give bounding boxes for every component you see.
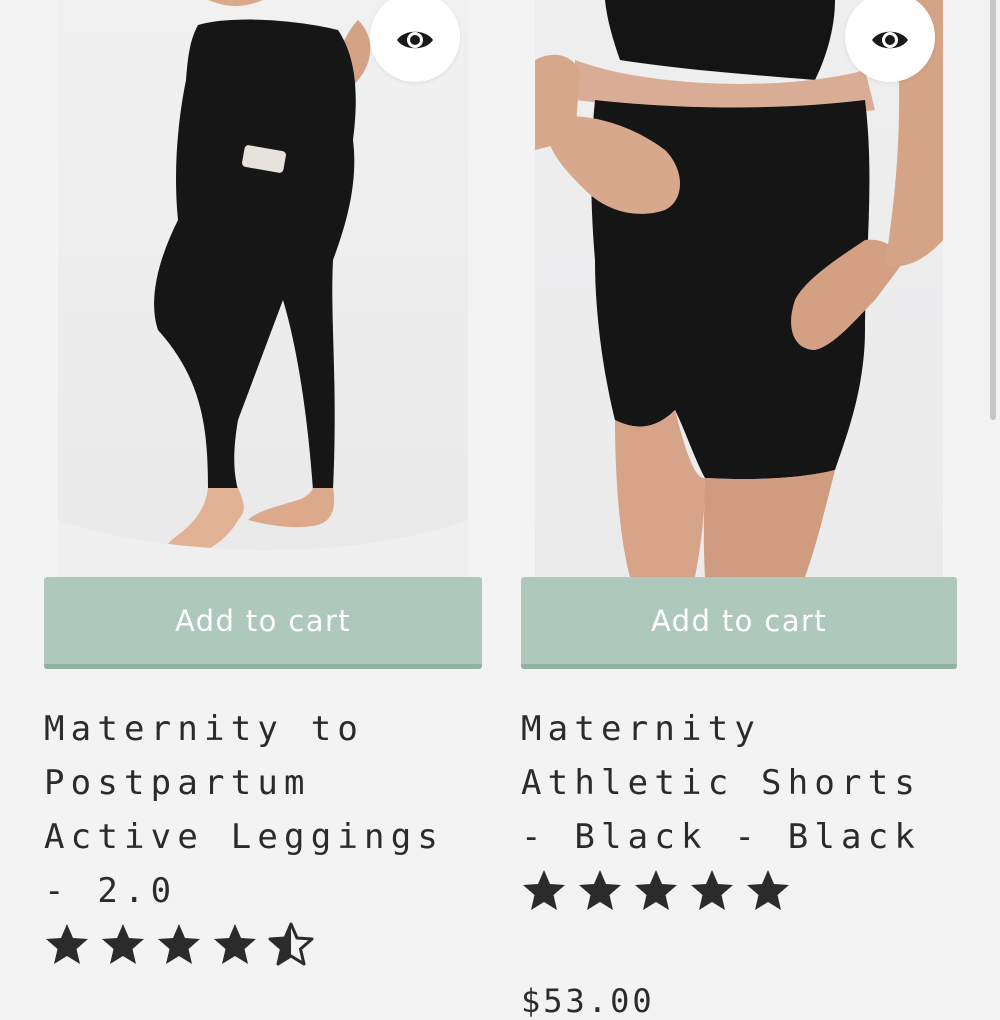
product-photo [535,0,943,577]
product-title[interactable]: Maternity Athletic Shorts - Black - Blac… [521,702,957,864]
star-icon [579,870,621,910]
product-card: Add to cart Maternity Athletic Shorts - … [521,0,957,1020]
product-photo [58,0,468,577]
add-to-cart-button[interactable]: Add to cart [44,577,482,669]
product-image-shorts[interactable] [535,0,943,577]
scrollbar[interactable] [990,0,996,420]
star-icon [747,870,789,910]
star-icon [691,870,733,910]
star-icon [158,924,200,964]
star-icon [46,924,88,964]
eye-icon [872,31,908,49]
eye-icon [397,31,433,49]
star-icon [523,870,565,910]
star-icon [102,924,144,964]
star-icon [635,870,677,910]
star-rating [44,922,314,966]
product-title[interactable]: Maternity to Postpartum Active Leggings … [44,702,482,918]
product-image-leggings[interactable] [58,0,468,577]
add-to-cart-button[interactable]: Add to cart [521,577,957,669]
star-icon [268,922,314,966]
product-card: Add to cart Maternity to Postpartum Acti… [44,0,482,966]
star-icon [214,924,256,964]
product-price: $53.00 [521,982,655,1020]
star-rating [521,868,791,912]
